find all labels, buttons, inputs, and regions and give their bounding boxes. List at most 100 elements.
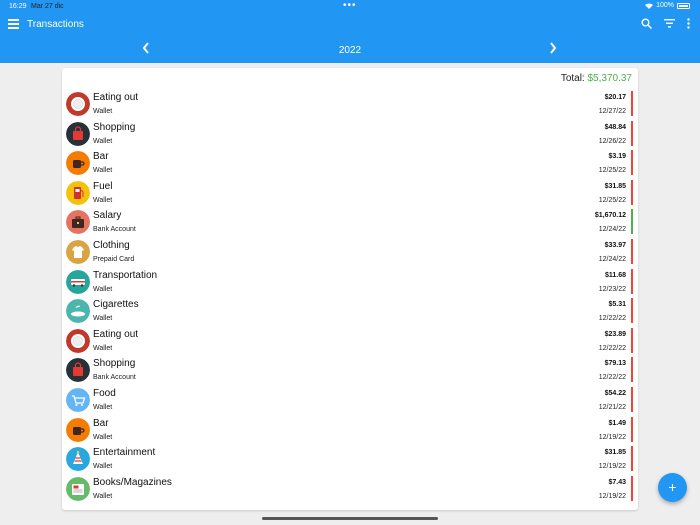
transaction-amount: $7.43: [608, 478, 626, 486]
transaction-amount: $5.31: [608, 301, 626, 309]
transaction-category: Bar: [93, 151, 109, 163]
transaction-row[interactable]: Fuel Wallet $31.85 12/25/22: [62, 179, 638, 209]
transaction-category: Transportation: [93, 269, 158, 281]
next-year-button[interactable]: [549, 42, 557, 57]
transaction-row[interactable]: Eating out Wallet $20.17 12/27/22: [62, 90, 638, 120]
menu-icon[interactable]: [8, 19, 19, 31]
transaction-account: Wallet: [93, 285, 113, 293]
app-bar: Transactions: [0, 13, 700, 37]
transaction-amount: $20.17: [604, 94, 626, 101]
transaction-account: Wallet: [93, 492, 113, 500]
transaction-row[interactable]: Food Wallet $54.22 12/21/22: [62, 386, 638, 416]
transaction-row[interactable]: Eating out Wallet $23.89 12/22/22: [62, 327, 638, 357]
transaction-account: Prepaid Card: [93, 255, 135, 263]
cart-icon: [66, 387, 90, 412]
transaction-amount: $31.85: [604, 449, 626, 457]
transaction-list: Eating out Wallet $20.17 12/27/22 Shopping Wa…: [62, 90, 638, 504]
transaction-type-indicator: [631, 238, 633, 264]
transaction-type-indicator: [631, 268, 633, 294]
year-label: 2022: [338, 45, 362, 56]
add-transaction-button[interactable]: +: [658, 473, 687, 502]
transaction-type-indicator: [631, 386, 633, 412]
transaction-category: Salary: [93, 210, 122, 222]
transaction-account: Wallet: [93, 463, 113, 471]
shopping-bag-icon: [66, 358, 90, 383]
battery-icon: [677, 2, 690, 9]
more-options-icon[interactable]: [687, 18, 690, 29]
party-hat-icon: [66, 447, 90, 472]
coffee-cup-icon: [66, 151, 90, 176]
newspaper-icon: [66, 476, 90, 501]
transaction-row[interactable]: Bar Wallet $1.49 12/19/22: [62, 416, 638, 446]
transaction-date: 12/19/22: [598, 463, 626, 471]
transaction-category: Entertainment: [93, 447, 156, 459]
year-selector: 2022: [0, 37, 700, 63]
filter-icon[interactable]: [664, 19, 675, 28]
search-icon[interactable]: [641, 18, 652, 29]
transaction-amount: $23.89: [604, 330, 626, 338]
transaction-date: 12/22/22: [598, 344, 626, 352]
transaction-row[interactable]: Salary Bank Account $1,670.12 12/24/22: [62, 208, 638, 238]
shopping-bag-icon: [66, 121, 90, 146]
transaction-account: Bank Account: [93, 374, 136, 382]
total-amount: $5,370.37: [587, 73, 633, 84]
transaction-category: Eating out: [93, 328, 139, 340]
briefcase-icon: [66, 210, 90, 235]
transaction-amount: $3.19: [608, 153, 626, 161]
transaction-type-indicator: [631, 357, 633, 383]
total-summary: Total: $5,370.37: [561, 73, 632, 84]
transaction-date: 12/22/22: [598, 315, 626, 323]
transaction-date: 12/24/22: [598, 226, 626, 234]
home-indicator[interactable]: [262, 517, 438, 520]
transaction-account: Wallet: [93, 196, 113, 204]
transaction-row[interactable]: Shopping Bank Account $79.13 12/22/22: [62, 356, 638, 386]
transaction-date: 12/19/22: [598, 492, 626, 500]
status-bar: 16:29 Mar 27 dic ••• 100%: [0, 0, 700, 13]
transaction-amount: $79.13: [604, 360, 626, 368]
transaction-category: Shopping: [93, 121, 136, 133]
transaction-category: Shopping: [93, 358, 136, 370]
chevron-right-icon: [550, 42, 557, 54]
coffee-cup-icon: [66, 417, 90, 442]
status-time: 16:29: [9, 3, 27, 10]
transaction-category: Fuel: [93, 180, 113, 192]
transaction-account: Wallet: [93, 167, 113, 175]
transaction-row[interactable]: Clothing Prepaid Card $33.97 12/24/22: [62, 238, 638, 268]
transaction-type-indicator: [631, 120, 633, 146]
transaction-type-indicator: [631, 327, 633, 353]
transactions-card: Total: $5,370.37 Eating out Wallet $20.17 1…: [62, 68, 638, 510]
transaction-date: 12/19/22: [598, 433, 626, 441]
transaction-account: Wallet: [93, 315, 113, 323]
transaction-row[interactable]: Transportation Wallet $11.68 12/23/22: [62, 268, 638, 298]
transaction-account: Wallet: [93, 433, 113, 441]
transaction-row[interactable]: Bar Wallet $3.19 12/25/22: [62, 149, 638, 179]
transaction-type-indicator: [631, 475, 633, 501]
transaction-row[interactable]: Shopping Wallet $48.84 12/26/22: [62, 120, 638, 150]
transaction-type-indicator: [631, 209, 633, 235]
transaction-row[interactable]: Cigarettes Wallet $5.31 12/22/22: [62, 297, 638, 327]
transaction-date: 12/22/22: [598, 374, 626, 382]
status-date: Mar 27 dic: [31, 3, 64, 10]
transaction-row[interactable]: Books/Magazines Wallet $7.43 12/19/22: [62, 475, 638, 505]
transaction-category: Food: [93, 387, 116, 399]
bus-icon: [66, 269, 90, 294]
battery-percent: 100%: [656, 2, 674, 9]
transaction-type-indicator: [631, 179, 633, 205]
transaction-account: Bank Account: [93, 226, 136, 234]
plus-icon: +: [668, 479, 677, 495]
plate-icon: [66, 328, 90, 353]
transaction-amount: $48.84: [604, 123, 626, 131]
transaction-date: 12/27/22: [598, 108, 626, 115]
transaction-account: Wallet: [93, 344, 113, 352]
transaction-account: Wallet: [93, 137, 113, 145]
multitasking-dots-icon[interactable]: •••: [343, 0, 357, 11]
transaction-row[interactable]: Entertainment Wallet $31.85 12/19/22: [62, 445, 638, 475]
transaction-amount: $33.97: [604, 241, 626, 249]
transaction-type-indicator: [631, 416, 633, 442]
wifi-icon: [645, 3, 654, 9]
shirt-icon: [66, 239, 90, 264]
transaction-category: Cigarettes: [93, 299, 139, 311]
plate-icon: [66, 92, 90, 116]
transaction-amount: $31.85: [604, 182, 626, 190]
transaction-date: 12/26/22: [598, 137, 626, 145]
